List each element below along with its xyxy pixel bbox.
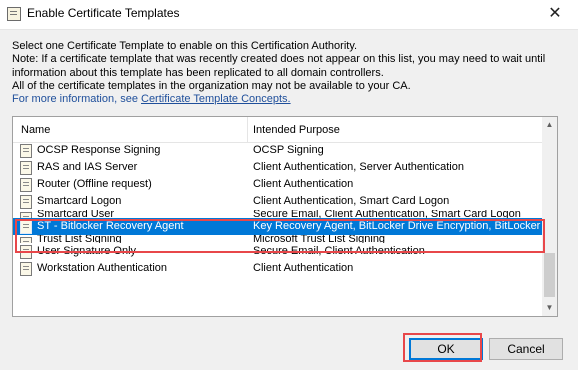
intro-line-3: information about this template has been… (12, 66, 384, 79)
certificate-template-icon (20, 161, 32, 175)
template-purpose: Secure Email, Client Authentication, Sma… (253, 210, 521, 218)
template-purpose: Client Authentication, Server Authentica… (253, 161, 464, 173)
column-header-purpose[interactable]: Intended Purpose (253, 124, 340, 136)
template-name: RAS and IAS Server (37, 161, 138, 173)
template-purpose: OCSP Signing (253, 144, 324, 156)
scroll-down-icon[interactable]: ▼ (542, 300, 557, 316)
certificate-template-icon (20, 195, 32, 209)
scroll-thumb[interactable] (544, 253, 555, 297)
template-purpose: Client Authentication, Smart Card Logon (253, 195, 450, 207)
intro-line-4: All of the certificate templates in the … (12, 79, 411, 92)
ok-button-highlight-box (403, 333, 482, 362)
list-rows: OCSP Response Signing OCSP Signing RAS an… (13, 142, 542, 277)
column-divider[interactable] (247, 117, 248, 142)
scroll-up-icon[interactable]: ▲ (542, 117, 557, 133)
template-name: Smartcard User (37, 210, 115, 218)
template-name: Workstation Authentication (37, 262, 168, 274)
cancel-button[interactable]: Cancel (489, 338, 563, 360)
title-bar: Enable Certificate Templates ✕ (0, 0, 578, 30)
list-item[interactable]: Smartcard Logon Client Authentication, Sm… (13, 193, 542, 210)
template-name: Router (Offline request) (37, 178, 152, 190)
vertical-scrollbar[interactable]: ▲ ▼ (542, 117, 557, 316)
intro-line-2: Note: If a certificate template that was… (12, 53, 546, 66)
certificate-template-icon (20, 262, 32, 276)
list-item[interactable]: Workstation Authentication Client Authent… (13, 260, 542, 277)
more-info-line: For more information, see Certificate Te… (12, 93, 562, 106)
list-item[interactable]: Router (Offline request) Client Authentic… (13, 176, 542, 193)
certificate-template-icon (20, 178, 32, 192)
more-info-prefix: For more information, see (12, 93, 141, 106)
template-purpose: Client Authentication (253, 262, 354, 274)
list-item[interactable]: OCSP Response Signing OCSP Signing (13, 142, 542, 159)
template-purpose: Client Authentication (253, 178, 354, 190)
list-item[interactable]: RAS and IAS Server Client Authentication,… (13, 159, 542, 176)
intro-line-1: Select one Certificate Template to enabl… (12, 40, 358, 52)
certificate-icon (7, 7, 21, 21)
close-button[interactable]: ✕ (532, 0, 578, 29)
template-name: OCSP Response Signing (37, 144, 161, 156)
list-item[interactable]: Smartcard User Secure Email, Client Authe… (13, 210, 542, 218)
certificate-template-icon (20, 144, 32, 158)
template-name: Smartcard Logon (37, 195, 122, 207)
list-header: Name Intended Purpose (13, 117, 542, 143)
template-list[interactable]: Name Intended Purpose OCSP Response Sign… (12, 116, 558, 317)
certificate-template-concepts-link[interactable]: Certificate Template Concepts. (141, 93, 291, 105)
window-title: Enable Certificate Templates (27, 6, 180, 20)
selected-row-highlight-box (15, 219, 545, 253)
intro-text: Select one Certificate Template to enabl… (12, 40, 562, 106)
column-header-name[interactable]: Name (21, 124, 50, 136)
